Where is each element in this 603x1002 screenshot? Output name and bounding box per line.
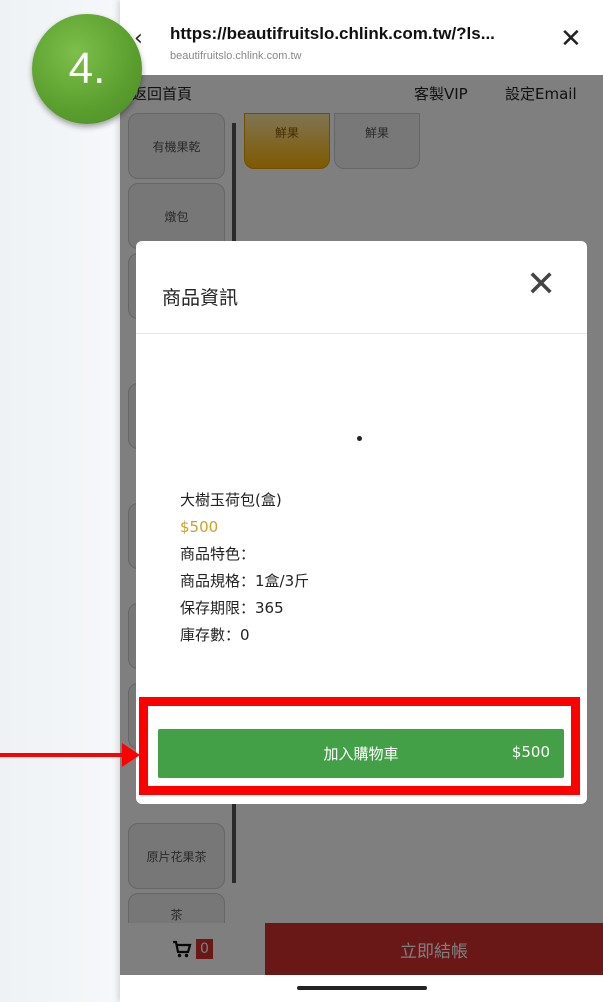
close-icon[interactable]: ✕	[560, 26, 582, 52]
product-spec: 商品規格：1盒/3斤	[180, 572, 310, 590]
modal-header: 商品資訊 ✕	[136, 241, 587, 334]
product-shelf-life: 保存期限：365	[180, 599, 284, 617]
modal-title: 商品資訊	[162, 287, 239, 309]
step-badge: 4.	[32, 14, 142, 124]
product-image-placeholder	[357, 436, 362, 441]
home-indicator[interactable]	[297, 986, 427, 990]
product-name: 大樹玉荷包(盒)	[180, 491, 282, 509]
phone-screen: ‹ https://beautifruitslo.chlink.com.tw/?…	[120, 0, 603, 1002]
product-stock: 庫存數：0	[180, 626, 250, 644]
highlight-box	[139, 697, 580, 795]
pointer-arrow-icon	[122, 743, 140, 767]
pointer-arrow-line	[0, 753, 125, 757]
url-domain: beautifruitslo.chlink.com.tw	[170, 50, 302, 62]
home-indicator-area	[120, 975, 603, 1002]
background-page	[0, 0, 120, 1002]
product-price: $500	[180, 518, 219, 536]
dim-overlay-nav	[120, 75, 603, 113]
url-text[interactable]: https://beautifruitslo.chlink.com.tw/?ls…	[170, 24, 530, 44]
product-features: 商品特色：	[180, 545, 256, 563]
browser-bar: ‹ https://beautifruitslo.chlink.com.tw/?…	[120, 0, 603, 75]
modal-close-icon[interactable]: ✕	[526, 267, 556, 303]
product-info: 大樹玉荷包(盒) $500 商品特色： 商品規格：1盒/3斤 保存期限：365 …	[180, 487, 309, 649]
